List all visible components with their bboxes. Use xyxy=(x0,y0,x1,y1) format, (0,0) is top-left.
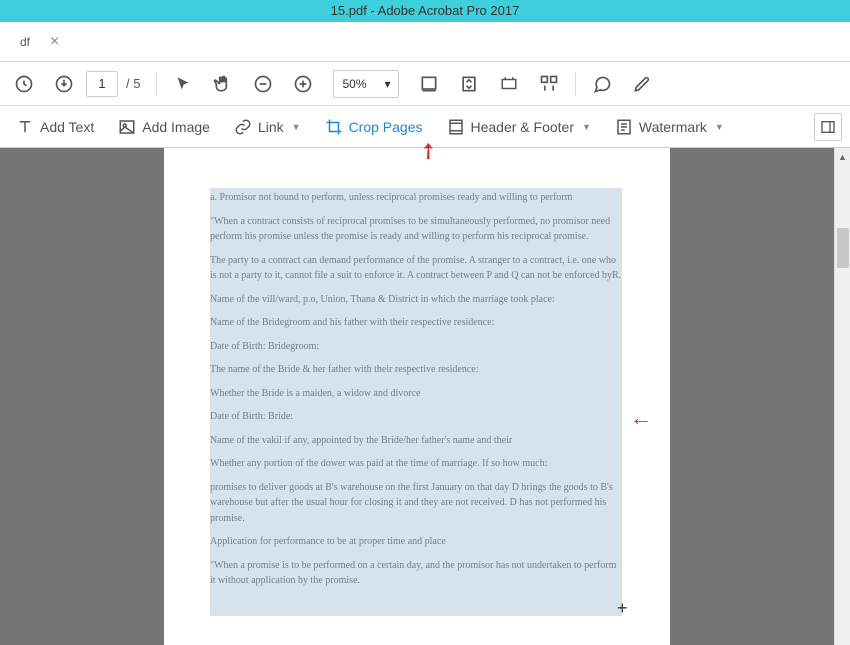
page-content: a. Promisor not bound to perform, unless… xyxy=(210,190,624,589)
watermark-tool[interactable]: Watermark ▼ xyxy=(607,114,732,140)
zoom-out-icon[interactable] xyxy=(245,66,281,102)
tab-bar: df × xyxy=(0,22,850,62)
document-viewport[interactable]: a. Promisor not bound to perform, unless… xyxy=(0,148,834,645)
tool-label: Crop Pages xyxy=(349,119,423,135)
zoom-dropdown[interactable]: 50% ▾ xyxy=(333,70,399,98)
link-icon xyxy=(234,118,252,136)
tool-label: Link xyxy=(258,119,284,135)
tool-label: Watermark xyxy=(639,119,707,135)
scroll-up-button[interactable]: ▲ xyxy=(835,148,850,166)
page-number-input[interactable] xyxy=(86,71,118,97)
document-tab[interactable]: df × xyxy=(10,23,69,61)
paragraph: Name of the vill/ward, p.o, Union, Thana… xyxy=(210,292,624,308)
paragraph: Date of Birth: Bride: xyxy=(210,409,624,425)
paragraph: Whether any portion of the dower was pai… xyxy=(210,456,624,472)
paragraph: Name of the Bridegroom and his father wi… xyxy=(210,315,624,331)
scroll-thumb[interactable] xyxy=(837,228,849,268)
watermark-icon xyxy=(615,118,633,136)
main-toolbar: / 5 50% ▾ xyxy=(0,62,850,106)
download-icon[interactable] xyxy=(46,66,82,102)
title-bar: 15.pdf - Adobe Acrobat Pro 2017 xyxy=(0,0,850,22)
pointer-tool-icon[interactable] xyxy=(165,66,201,102)
window-title: 15.pdf - Adobe Acrobat Pro 2017 xyxy=(331,3,520,18)
crop-pages-tool[interactable]: Crop Pages xyxy=(317,114,431,140)
chevron-down-icon: ▼ xyxy=(292,122,301,132)
save-icon[interactable] xyxy=(6,66,42,102)
paragraph: The name of the Bride & her father with … xyxy=(210,362,624,378)
paragraph: Name of the vakil if any, appointed by t… xyxy=(210,433,624,449)
highlight-icon[interactable] xyxy=(624,66,660,102)
chevron-down-icon: ▼ xyxy=(715,122,724,132)
pdf-page: a. Promisor not bound to perform, unless… xyxy=(164,148,670,645)
chevron-down-icon: ▼ xyxy=(582,122,591,132)
tab-label: df xyxy=(20,35,30,49)
panel-toggle-button[interactable] xyxy=(814,113,842,141)
page-display-icon[interactable] xyxy=(531,66,567,102)
add-image-tool[interactable]: Add Image xyxy=(110,114,218,140)
paragraph: "When a contract consists of reciprocal … xyxy=(210,214,624,245)
image-icon xyxy=(118,118,136,136)
annotation-arrow: ← xyxy=(630,405,652,431)
paragraph: Whether the Bride is a maiden, a widow a… xyxy=(210,386,624,402)
paragraph: "When a promise is to be performed on a … xyxy=(210,558,624,589)
tool-label: Header & Footer xyxy=(471,119,575,135)
crop-icon xyxy=(325,118,343,136)
fit-width-icon[interactable] xyxy=(411,66,447,102)
crop-cursor-icon: + xyxy=(617,598,628,619)
page-total-label: / 5 xyxy=(126,76,140,91)
tool-label: Add Text xyxy=(40,119,94,135)
add-text-tool[interactable]: Add Text xyxy=(8,114,102,140)
toolbar-divider xyxy=(575,72,576,96)
chevron-down-icon: ▾ xyxy=(384,77,390,91)
zoom-in-icon[interactable] xyxy=(285,66,321,102)
vertical-scrollbar[interactable]: ▲ xyxy=(834,148,850,645)
paragraph: promises to deliver goods at B's warehou… xyxy=(210,480,624,527)
paragraph: Application for performance to be at pro… xyxy=(210,534,624,550)
header-footer-icon xyxy=(447,118,465,136)
text-icon xyxy=(16,118,34,136)
toolbar-divider xyxy=(156,72,157,96)
view-mode-icon[interactable] xyxy=(491,66,527,102)
paragraph: a. Promisor not bound to perform, unless… xyxy=(210,190,624,206)
link-tool[interactable]: Link ▼ xyxy=(226,114,309,140)
paragraph: Date of Birth: Bridegroom: xyxy=(210,339,624,355)
tool-label: Add Image xyxy=(142,119,210,135)
tab-close-button[interactable]: × xyxy=(50,34,59,50)
fit-page-icon[interactable] xyxy=(451,66,487,102)
comment-icon[interactable] xyxy=(584,66,620,102)
paragraph: The party to a contract can demand perfo… xyxy=(210,253,624,284)
hand-tool-icon[interactable] xyxy=(205,66,241,102)
header-footer-tool[interactable]: Header & Footer ▼ xyxy=(439,114,599,140)
zoom-value: 50% xyxy=(342,77,366,91)
